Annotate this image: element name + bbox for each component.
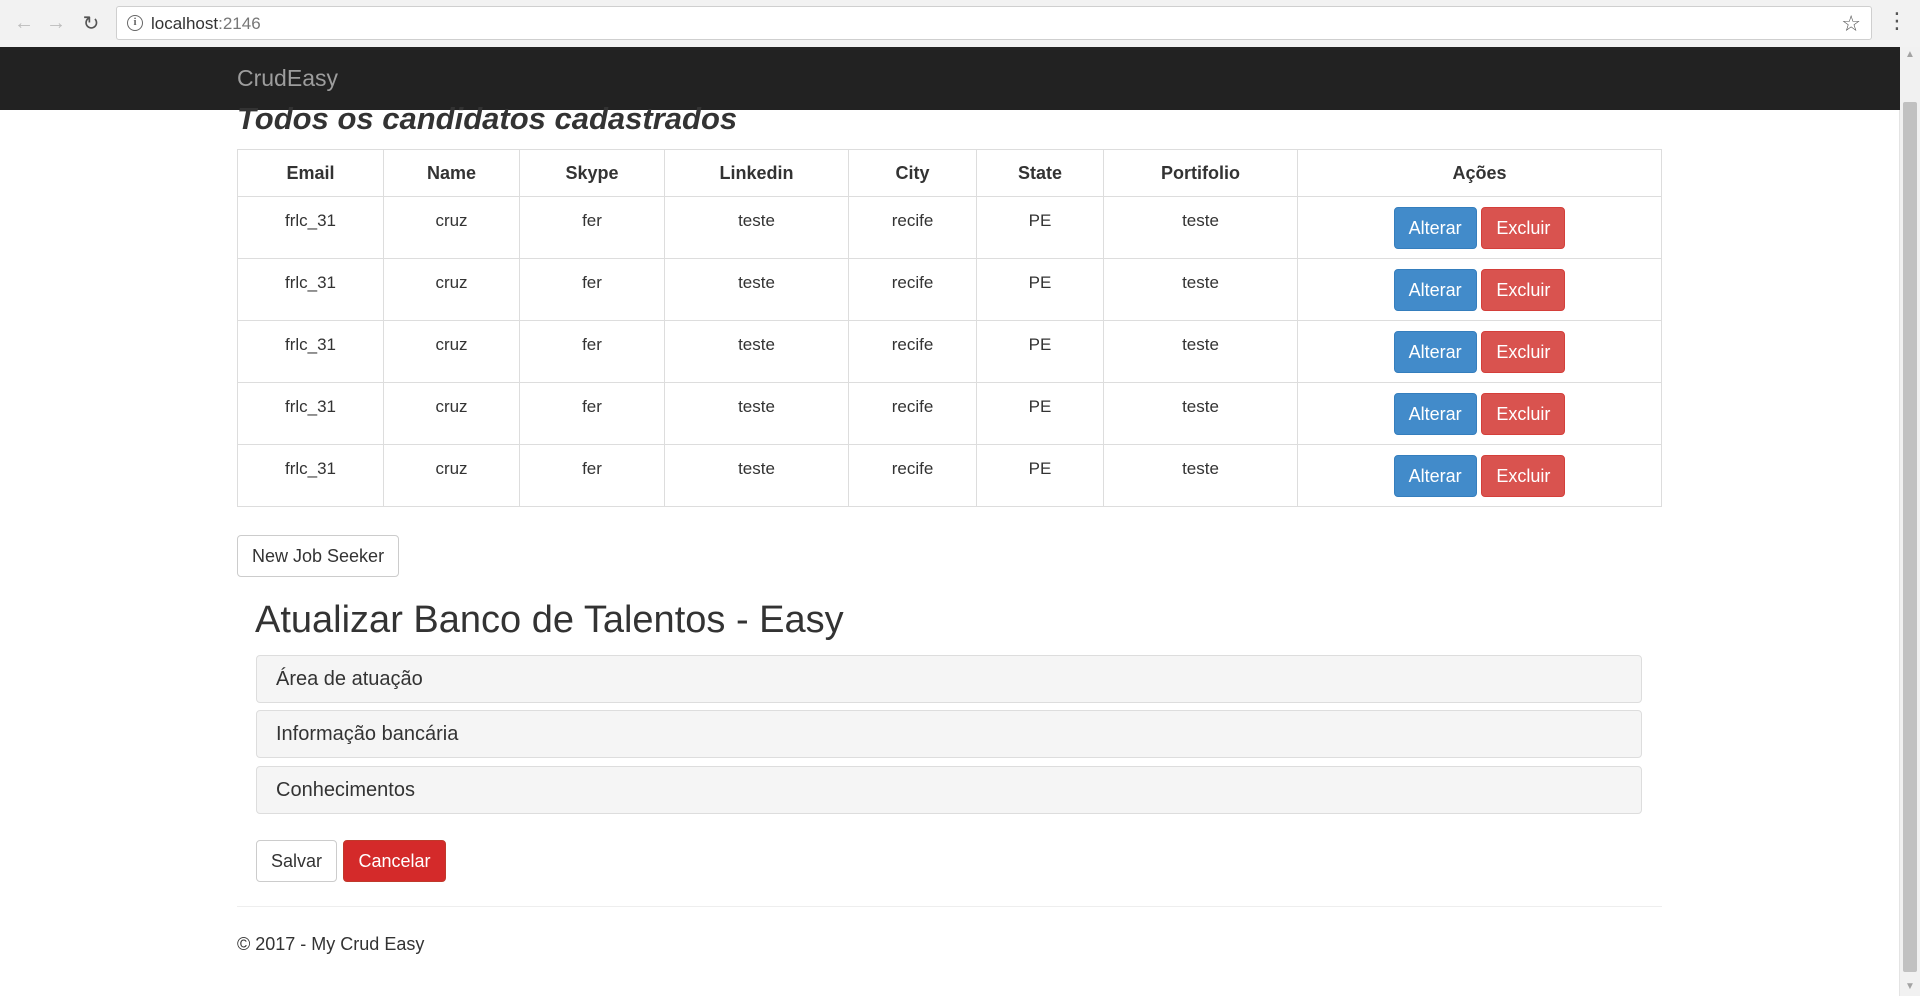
cell-name: cruz [383, 382, 520, 445]
cell-portfolio: teste [1103, 444, 1298, 507]
cell-name: cruz [383, 444, 520, 507]
cell-actions: Alterar Excluir [1297, 320, 1662, 383]
cell-portfolio: teste [1103, 382, 1298, 445]
panel-informacao-bancaria[interactable]: Informação bancária [256, 710, 1642, 758]
cell-skype: fer [519, 382, 665, 445]
form-actions: Salvar Cancelar [256, 840, 448, 882]
edit-button[interactable]: Alterar [1393, 207, 1477, 249]
table-header-row: Email Name Skype Linkedin City State Por… [237, 149, 1662, 197]
table-row: frlc_31 cruz fer teste recife PE teste A… [237, 196, 1662, 259]
cell-name: cruz [383, 320, 520, 383]
cell-name: cruz [383, 196, 520, 259]
column-header-linkedin: Linkedin [664, 149, 849, 197]
column-header-email: Email [237, 149, 384, 197]
cell-email: frlc_31 [237, 444, 384, 507]
cell-city: recife [848, 382, 977, 445]
cell-actions: Alterar Excluir [1297, 444, 1662, 507]
talent-form-title: Atualizar Banco de Talentos - Easy [255, 599, 844, 641]
edit-button[interactable]: Alterar [1393, 269, 1477, 311]
delete-button[interactable]: Excluir [1481, 393, 1566, 435]
column-header-skype: Skype [519, 149, 665, 197]
cell-email: frlc_31 [237, 196, 384, 259]
table-row: frlc_31 cruz fer teste recife PE teste A… [237, 258, 1662, 321]
column-header-actions: Ações [1297, 149, 1662, 197]
url-text: localhost:2146 [151, 14, 261, 34]
table-row: frlc_31 cruz fer teste recife PE teste A… [237, 320, 1662, 383]
panel-area-de-atuacao[interactable]: Área de atuação [256, 655, 1642, 703]
scroll-up-arrow-icon[interactable]: ▲ [1905, 49, 1915, 60]
delete-button[interactable]: Excluir [1481, 331, 1566, 373]
edit-button[interactable]: Alterar [1393, 393, 1477, 435]
star-icon[interactable]: ☆ [1841, 11, 1861, 37]
cell-state: PE [976, 196, 1104, 259]
cell-email: frlc_31 [237, 258, 384, 321]
cell-city: recife [848, 196, 977, 259]
navbar-brand[interactable]: CrudEasy [237, 65, 338, 92]
info-icon[interactable]: i [127, 15, 143, 31]
cell-city: recife [848, 444, 977, 507]
table-row: frlc_31 cruz fer teste recife PE teste A… [237, 444, 1662, 507]
delete-button[interactable]: Excluir [1481, 455, 1566, 497]
cell-email: frlc_31 [237, 320, 384, 383]
panel-conhecimentos[interactable]: Conhecimentos [256, 766, 1642, 814]
cell-skype: fer [519, 196, 665, 259]
page-title: Todos os candidatos cadastrados [237, 101, 738, 136]
table-row: frlc_31 cruz fer teste recife PE teste A… [237, 382, 1662, 445]
cell-actions: Alterar Excluir [1297, 258, 1662, 321]
footer-text: © 2017 - My Crud Easy [237, 934, 425, 954]
column-header-name: Name [383, 149, 520, 197]
reload-icon[interactable]: ↻ [79, 11, 103, 35]
url-host: localhost [151, 14, 219, 33]
edit-button[interactable]: Alterar [1393, 455, 1477, 497]
cell-linkedin: teste [664, 258, 849, 321]
column-header-state: State [976, 149, 1104, 197]
cell-linkedin: teste [664, 382, 849, 445]
scrollbar-thumb[interactable] [1903, 102, 1917, 972]
cell-skype: fer [519, 320, 665, 383]
footer-divider [237, 906, 1662, 907]
cell-linkedin: teste [664, 196, 849, 259]
new-job-seeker-button[interactable]: New Job Seeker [237, 535, 400, 577]
cell-city: recife [848, 258, 977, 321]
cell-skype: fer [519, 444, 665, 507]
cell-portfolio: teste [1103, 320, 1298, 383]
cell-linkedin: teste [664, 320, 849, 383]
forward-arrow-icon[interactable]: → [44, 11, 68, 35]
cell-state: PE [976, 320, 1104, 383]
cell-portfolio: teste [1103, 196, 1298, 259]
cell-email: frlc_31 [237, 382, 384, 445]
scroll-down-arrow-icon[interactable]: ▼ [1905, 981, 1915, 992]
vertical-scrollbar[interactable]: ▲ ▼ [1899, 47, 1920, 996]
address-bar[interactable]: i localhost:2146 ☆ [116, 6, 1872, 40]
url-port: :2146 [218, 14, 261, 33]
save-button[interactable]: Salvar [256, 840, 338, 882]
cell-linkedin: teste [664, 444, 849, 507]
delete-button[interactable]: Excluir [1481, 269, 1566, 311]
cell-state: PE [976, 258, 1104, 321]
cell-skype: fer [519, 258, 665, 321]
cell-name: cruz [383, 258, 520, 321]
cell-portfolio: teste [1103, 258, 1298, 321]
cell-actions: Alterar Excluir [1297, 196, 1662, 259]
candidates-table: Email Name Skype Linkedin City State Por… [237, 149, 1662, 507]
delete-button[interactable]: Excluir [1481, 207, 1566, 249]
edit-button[interactable]: Alterar [1393, 331, 1477, 373]
column-header-city: City [848, 149, 977, 197]
cancel-button[interactable]: Cancelar [343, 840, 446, 882]
cell-actions: Alterar Excluir [1297, 382, 1662, 445]
cell-city: recife [848, 320, 977, 383]
column-header-portfolio: Portifolio [1103, 149, 1298, 197]
browser-toolbar: ← → ↻ i localhost:2146 ☆ ⋮ [0, 0, 1920, 48]
kebab-menu-icon[interactable]: ⋮ [1886, 10, 1908, 32]
cell-state: PE [976, 382, 1104, 445]
back-arrow-icon[interactable]: ← [12, 11, 36, 35]
cell-state: PE [976, 444, 1104, 507]
